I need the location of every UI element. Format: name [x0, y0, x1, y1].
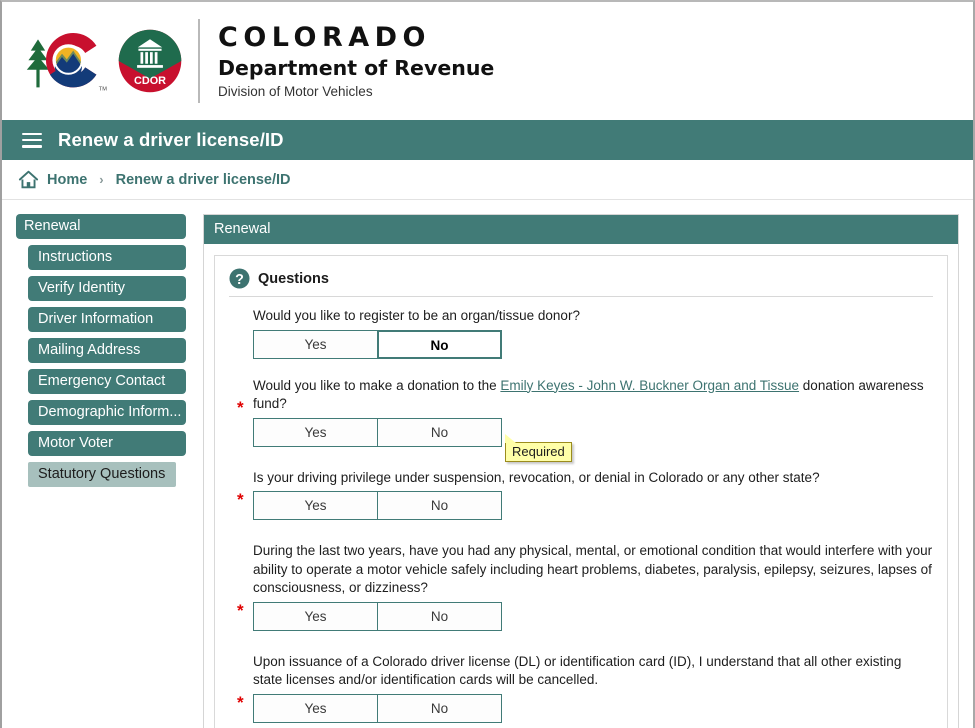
brand-divider	[198, 19, 200, 103]
brand-text: COLORADO Department of Revenue Division …	[218, 24, 494, 99]
question-5-yes-button[interactable]: Yes	[253, 693, 378, 723]
yes-no-group: Yes No	[253, 601, 933, 631]
question-text-before: Would you like to make a donation to the	[253, 377, 501, 393]
sidebar-item-instructions[interactable]: Instructions	[28, 245, 186, 270]
required-marker: *	[237, 601, 244, 620]
question-text: Would you like to make a donation to the…	[253, 377, 933, 414]
required-marker: *	[237, 397, 244, 417]
svg-text:TM: TM	[99, 87, 107, 93]
question-circle-icon: ?	[229, 268, 250, 289]
svg-text:CDOR: CDOR	[134, 75, 166, 87]
question-1-no-button[interactable]: No	[377, 329, 502, 359]
app-title-bar: Renew a driver license/ID	[2, 120, 973, 160]
question-block-organ-donor: Would you like to register to be an orga…	[229, 307, 933, 359]
question-4-no-button[interactable]: No	[377, 601, 502, 631]
page-root: TM CDOR COLORADO Department of Revenue D…	[0, 0, 975, 728]
organ-tissue-fund-link[interactable]: Emily Keyes - John W. Buckner Organ and …	[500, 378, 799, 393]
yes-no-group: Yes No	[253, 491, 933, 520]
question-text: Is your driving privilege under suspensi…	[253, 469, 820, 485]
brand-state-name: COLORADO	[218, 21, 432, 53]
brand-division-name: Division of Motor Vehicles	[218, 84, 373, 99]
question-block-donation: Would you like to make a donation to the…	[229, 377, 933, 462]
sidebar-item-motor-voter[interactable]: Motor Voter	[28, 431, 186, 456]
colorado-state-logo: TM	[26, 32, 107, 93]
sidebar-item-statutory-questions[interactable]: Statutory Questions	[28, 462, 176, 487]
required-tooltip: Required	[505, 432, 572, 462]
question-block-medical-condition: During the last two years, have you had …	[229, 542, 933, 631]
page-title: Renew a driver license/ID	[58, 129, 284, 150]
hamburger-icon[interactable]	[22, 132, 42, 148]
main-panel: Renewal ? Questions Would you like to re…	[203, 214, 959, 728]
question-3-yes-button[interactable]: Yes	[253, 491, 378, 520]
breadcrumb-separator: ›	[99, 172, 104, 187]
panel-header: Renewal	[204, 215, 958, 244]
svg-text:?: ?	[235, 272, 244, 288]
breadcrumb-home-link[interactable]: Home	[47, 172, 87, 188]
breadcrumb-current: Renew a driver license/ID	[115, 171, 291, 188]
question-3-no-button[interactable]: No	[377, 491, 502, 520]
question-text: During the last two years, have you had …	[253, 543, 933, 595]
yes-no-group: Yes No Required	[253, 417, 933, 462]
required-marker: *	[237, 489, 244, 509]
home-icon[interactable]	[18, 170, 39, 189]
sidebar-item-demographic-information[interactable]: Demographic Inform...	[28, 400, 186, 425]
question-text: Would you like to register to be an orga…	[253, 308, 580, 323]
question-2-no-button[interactable]: No	[377, 417, 502, 447]
required-marker: *	[237, 692, 244, 712]
brand-department-name: Department of Revenue	[218, 55, 495, 80]
breadcrumb: Home › Renew a driver license/ID	[2, 160, 973, 200]
logo-group: TM CDOR	[22, 25, 184, 97]
question-4-yes-button[interactable]: Yes	[253, 601, 378, 631]
sidebar-nav: Renewal Instructions Verify Identity Dri…	[16, 214, 199, 493]
sidebar-item-driver-information[interactable]: Driver Information	[28, 307, 186, 332]
panel-inner: ? Questions Would you like to register t…	[214, 255, 948, 728]
sidebar-item-renewal[interactable]: Renewal	[16, 214, 186, 239]
sidebar-item-verify-identity[interactable]: Verify Identity	[28, 276, 186, 301]
questions-section-title: Questions	[258, 270, 329, 287]
sidebar-item-emergency-contact[interactable]: Emergency Contact	[28, 369, 186, 394]
cdor-logo: CDOR	[118, 29, 182, 93]
question-block-suspension: Is your driving privilege under suspensi…	[229, 469, 933, 520]
yes-no-group: Yes No	[253, 693, 933, 723]
question-1-yes-button[interactable]: Yes	[253, 329, 378, 359]
questions-section-header: ? Questions	[229, 268, 933, 297]
yes-no-group: Yes No	[253, 329, 933, 359]
question-block-cancellation-acknowledgement: Upon issuance of a Colorado driver licen…	[229, 653, 933, 723]
brand-header: TM CDOR COLORADO Department of Revenue D…	[2, 2, 973, 120]
sidebar-item-mailing-address[interactable]: Mailing Address	[28, 338, 186, 363]
question-2-yes-button[interactable]: Yes	[253, 417, 378, 447]
body-wrapper: Renewal Instructions Verify Identity Dri…	[2, 200, 973, 728]
question-text: Upon issuance of a Colorado driver licen…	[253, 653, 902, 688]
question-5-no-button[interactable]: No	[377, 693, 502, 723]
